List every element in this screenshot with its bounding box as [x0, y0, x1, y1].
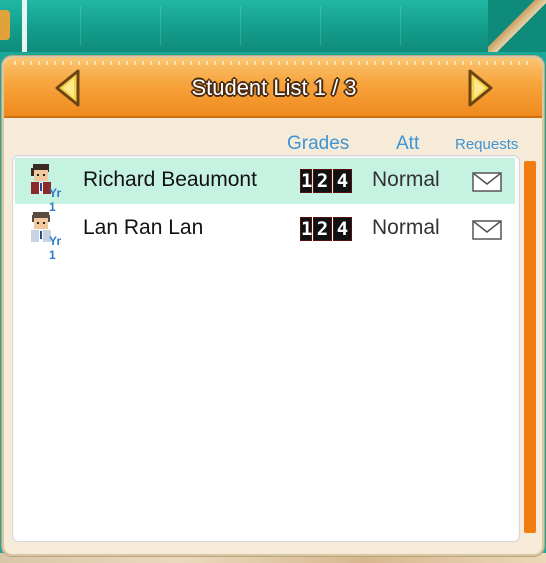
top-left-ornament [0, 10, 10, 40]
student-list: Yr 1 Richard Beaumont 1 2 4 Normal Yr 1 … [12, 155, 520, 542]
arrow-right-icon [468, 69, 493, 107]
next-page-button[interactable] [462, 68, 496, 108]
game-background-top [0, 0, 546, 52]
student-row[interactable]: Yr 1 Richard Beaumont 1 2 4 Normal [15, 158, 515, 214]
avatar: Yr 1 [25, 210, 63, 262]
grade-display: 1 2 4 [300, 217, 352, 241]
request-button[interactable] [472, 172, 502, 192]
envelope-icon [472, 172, 502, 192]
student-name: Lan Ran Lan [83, 216, 204, 239]
page-title: Student List 1 / 3 [191, 75, 357, 100]
year-label: Yr 1 [49, 234, 61, 262]
grade-display: 1 2 4 [300, 169, 352, 193]
student-list-panel: Student List 1 / 3 Grades Att Requests Y… [2, 56, 544, 556]
arrow-left-icon [55, 69, 80, 107]
column-header-requests[interactable]: Requests [455, 136, 518, 153]
envelope-icon [472, 220, 502, 240]
student-row[interactable]: Yr 1 Lan Ran Lan 1 2 4 Normal [15, 206, 515, 262]
student-name: Richard Beaumont [83, 168, 257, 191]
attendance-value: Normal [372, 216, 440, 239]
request-button[interactable] [472, 220, 502, 240]
attendance-value: Normal [372, 168, 440, 191]
top-stripe [22, 0, 27, 52]
scrollbar[interactable] [524, 161, 536, 533]
avatar: Yr 1 [25, 162, 63, 214]
panel-header: Student List 1 / 3 [4, 58, 542, 118]
prev-page-button[interactable] [52, 68, 86, 108]
column-header-grades[interactable]: Grades [287, 133, 349, 155]
top-right-ornament [488, 0, 546, 52]
column-header-att[interactable]: Att [396, 133, 419, 155]
